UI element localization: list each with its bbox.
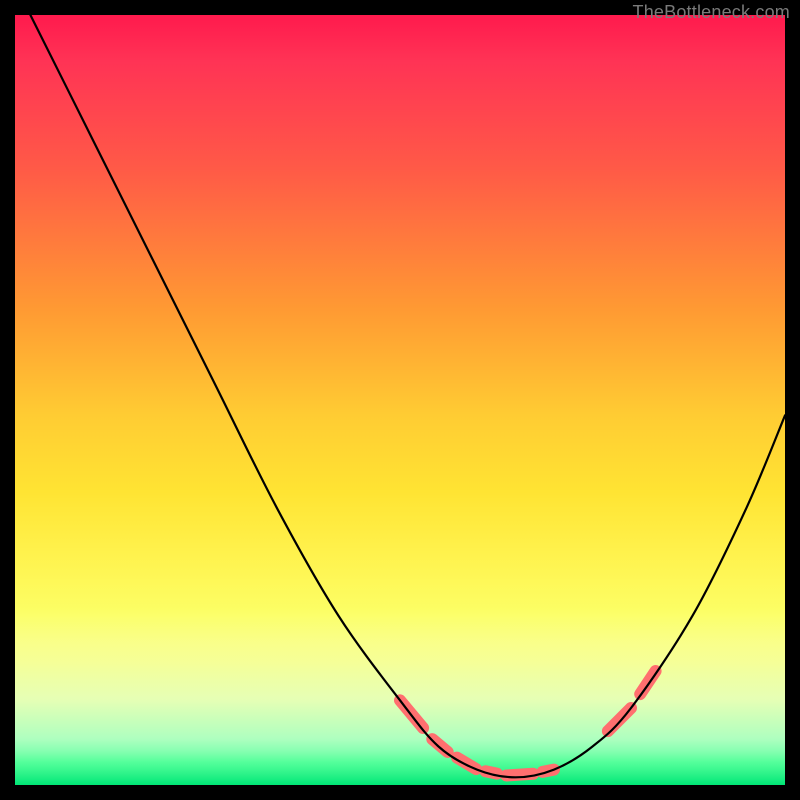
highlight-segment — [640, 671, 655, 694]
chart-svg — [15, 15, 785, 785]
chart-plot-area — [15, 15, 785, 785]
highlight-segment — [432, 739, 447, 752]
curve-path — [30, 15, 785, 777]
chart-frame: TheBottleneck.com — [0, 0, 800, 800]
watermark-text: TheBottleneck.com — [633, 2, 790, 23]
